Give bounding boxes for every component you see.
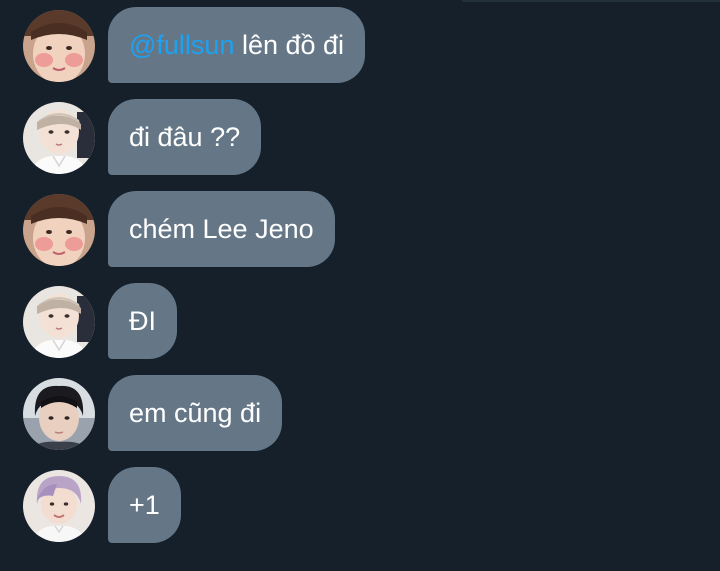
message-text: em cũng đi [129,398,262,428]
chat-message: chém Lee Jeno [0,191,720,267]
avatar-user-a[interactable] [23,194,95,266]
chat-message: +1 [0,467,720,543]
avatar-user-b[interactable] [23,286,95,358]
message-bubble: @fullsun lên đồ đi [108,7,366,83]
message-bubble: chém Lee Jeno [108,191,335,267]
avatar-user-c[interactable] [23,378,95,450]
chat-message: ĐI [0,283,720,359]
avatar-user-a[interactable] [23,10,95,82]
message-text: chém Lee Jeno [129,214,314,244]
message-text: đi đâu ?? [129,122,241,152]
message-bubble: em cũng đi [108,375,283,451]
message-text: +1 [129,490,160,520]
message-text: lên đồ đi [234,30,345,60]
chat-message: @fullsun lên đồ đi [0,7,720,83]
chat-message: đi đâu ?? [0,99,720,175]
message-bubble: đi đâu ?? [108,99,262,175]
user-mention-link[interactable]: @fullsun [129,30,234,60]
avatar-user-d[interactable] [23,470,95,542]
message-bubble: ĐI [108,283,177,359]
chat-message: em cũng đi [0,375,720,451]
message-text: ĐI [129,306,156,336]
avatar-user-b[interactable] [23,102,95,174]
chat-thread: @fullsun lên đồ đi đi đâu ?? chém Lee Je… [0,0,720,571]
message-bubble: +1 [108,467,181,543]
